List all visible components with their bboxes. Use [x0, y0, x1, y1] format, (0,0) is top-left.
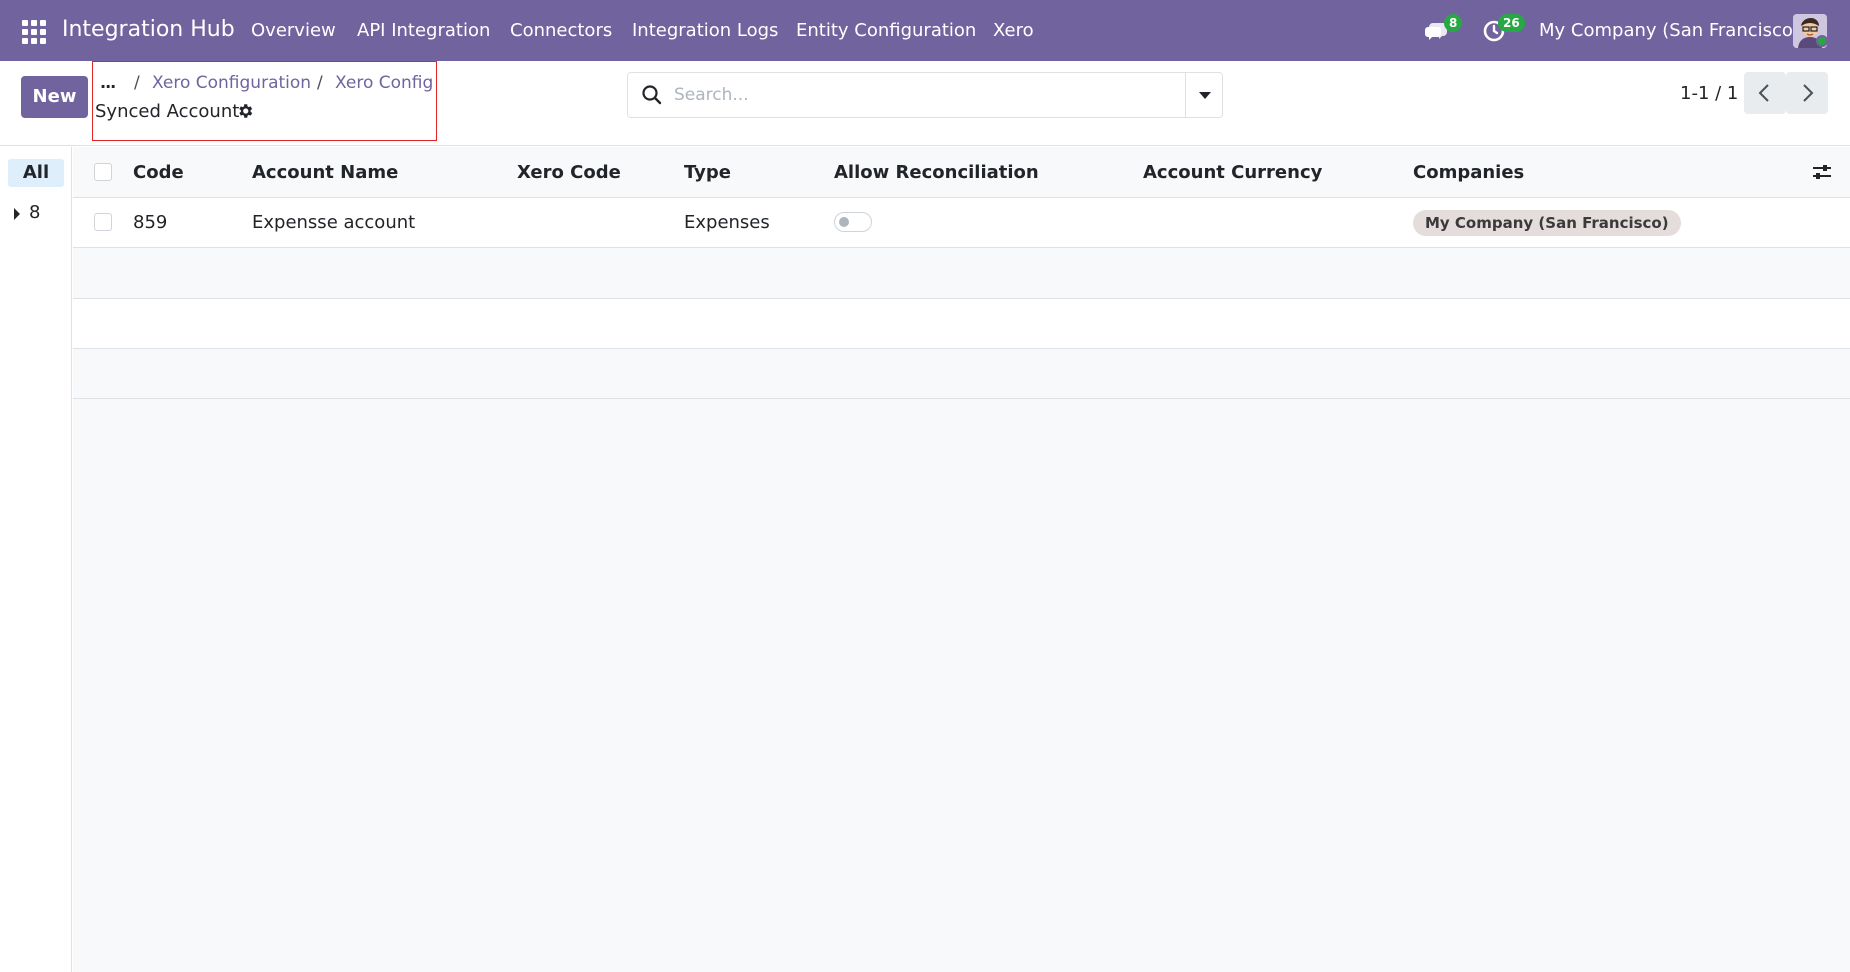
pager-next-button[interactable] [1786, 72, 1828, 114]
menu-xero[interactable]: Xero [993, 20, 1034, 41]
activities-badge: 26 [1498, 14, 1525, 32]
breadcrumb-separator: / [134, 73, 140, 93]
new-button[interactable]: New [21, 76, 88, 118]
empty-row [73, 299, 1850, 349]
company-switcher[interactable]: My Company (San Francisco) [1539, 20, 1800, 41]
activities-button[interactable]: 26 [1482, 14, 1525, 45]
table-row[interactable]: 859 Expensse account Expenses My Company… [73, 198, 1850, 248]
column-header-companies[interactable]: Companies [1413, 162, 1524, 183]
column-header-account-currency[interactable]: Account Currency [1143, 162, 1322, 183]
column-header-type[interactable]: Type [684, 162, 731, 183]
table-header: Code Account Name Xero Code Type Allow R… [73, 147, 1850, 198]
menu-api-integration[interactable]: API Integration [357, 20, 490, 41]
menu-connectors[interactable]: Connectors [510, 20, 612, 41]
pager-previous-button[interactable] [1744, 72, 1786, 114]
company-tag[interactable]: My Company (San Francisco) [1413, 210, 1681, 236]
filter-group-value[interactable]: 8 [29, 202, 40, 223]
row-checkbox[interactable] [94, 213, 112, 231]
search-icon [642, 85, 662, 105]
caret-right-icon[interactable] [14, 208, 20, 220]
breadcrumb-xero-config[interactable]: Xero Config [335, 73, 433, 93]
search-panel: All 8 [0, 147, 72, 972]
breadcrumb-separator: / [317, 73, 323, 93]
cell-account-name: Expensse account [252, 212, 416, 233]
empty-row [73, 349, 1850, 399]
app-title[interactable]: Integration Hub [62, 17, 235, 42]
filter-all[interactable]: All [8, 159, 64, 187]
menu-integration-logs[interactable]: Integration Logs [632, 20, 778, 41]
menu-overview[interactable]: Overview [251, 20, 336, 41]
apps-grid-icon[interactable] [22, 20, 46, 44]
empty-row [73, 249, 1850, 299]
column-header-xero-code[interactable]: Xero Code [517, 162, 621, 183]
column-header-account-name[interactable]: Account Name [252, 162, 398, 183]
messages-button[interactable]: 8 [1424, 14, 1463, 45]
control-panel: New ... / Xero Configuration / Xero Conf… [0, 61, 1850, 146]
cell-type: Expenses [684, 212, 770, 233]
search-input[interactable] [674, 79, 1174, 111]
breadcrumb-ellipsis[interactable]: ... [100, 73, 116, 92]
chevron-left-icon [1758, 84, 1769, 102]
gear-icon[interactable] [236, 102, 254, 120]
online-status-dot [1816, 35, 1828, 47]
cell-code: 859 [133, 212, 168, 233]
column-header-code[interactable]: Code [133, 162, 184, 183]
allow-reconciliation-toggle[interactable] [834, 212, 872, 232]
toggle-knob [839, 217, 849, 227]
search-bar [627, 72, 1223, 118]
select-all-checkbox[interactable] [94, 163, 112, 181]
column-header-allow-reconciliation[interactable]: Allow Reconciliation [834, 162, 1039, 183]
pager-value[interactable]: 1-1 / 1 [1680, 83, 1738, 104]
messages-badge: 8 [1444, 14, 1463, 32]
caret-down-icon[interactable] [1186, 73, 1223, 117]
chevron-right-icon [1803, 84, 1814, 102]
menu-entity-configuration[interactable]: Entity Configuration [796, 20, 976, 41]
column-options-icon[interactable] [1811, 161, 1833, 183]
list-view: Code Account Name Xero Code Type Allow R… [73, 147, 1850, 972]
page-title: Synced Account [95, 101, 240, 122]
breadcrumb-xero-configuration[interactable]: Xero Configuration [152, 73, 311, 93]
top-navbar: Integration Hub Overview API Integration… [0, 0, 1850, 61]
